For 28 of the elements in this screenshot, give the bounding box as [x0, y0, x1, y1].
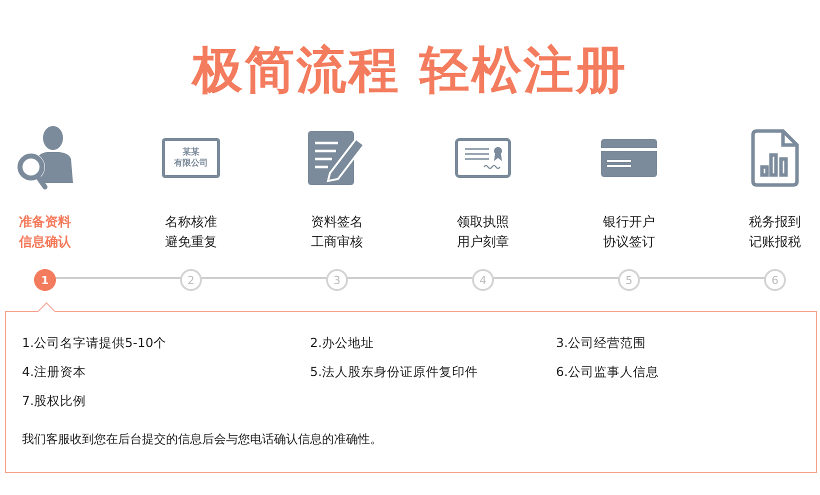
- requirement-item: 6.公司监事人信息: [556, 363, 660, 381]
- requirement-item: 1.公司名字请提供5-10个: [22, 334, 168, 352]
- nameplate-text: 有限公司: [174, 158, 208, 168]
- step-label: 银行开户 协议签订: [603, 214, 655, 252]
- step-label: 税务报到 记账报税: [749, 214, 801, 252]
- requirement-item: 3.公司经营范围: [556, 334, 647, 352]
- report-icon: [751, 129, 799, 187]
- step-number[interactable]: 1: [34, 269, 56, 291]
- step-label: 名称核准 避免重复: [165, 214, 217, 252]
- document-pen-icon: [308, 129, 366, 187]
- page-headline: 极简流程 轻松注册: [190, 40, 629, 101]
- card-icon: [601, 139, 657, 177]
- requirement-item: 7.股权比例: [22, 392, 87, 410]
- certificate-icon: [455, 138, 511, 178]
- step-label: 资料签名 工商审核: [311, 214, 363, 252]
- step-number[interactable]: 5: [618, 269, 640, 291]
- nameplate-text: 某某: [182, 148, 200, 158]
- requirement-item: 2.办公地址: [310, 334, 375, 352]
- step-number[interactable]: 6: [764, 269, 786, 291]
- person-search-icon: [15, 125, 75, 191]
- step-number[interactable]: 2: [180, 269, 202, 291]
- requirement-item: 5.法人股东身份证原件复印件: [310, 363, 479, 381]
- step-number[interactable]: 4: [472, 269, 494, 291]
- note-text: 我们客服收到您在后台提交的信息后会与您电话确认信息的准确性。: [22, 431, 383, 448]
- step-label: 准备资料 信息确认: [19, 214, 71, 252]
- step-number[interactable]: 3: [326, 269, 348, 291]
- requirement-item: 4.注册资本: [22, 363, 87, 381]
- step-label: 领取执照 用户刻章: [457, 214, 509, 252]
